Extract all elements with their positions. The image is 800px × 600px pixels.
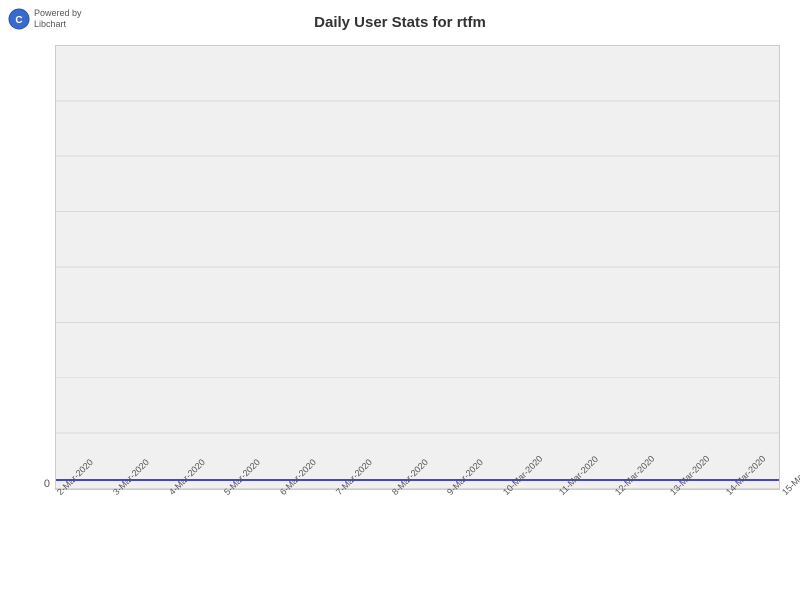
y-axis-label-0: 0 (30, 478, 50, 490)
chart-plot-area (55, 45, 780, 490)
y-axis: 0 (30, 45, 50, 490)
x-axis-labels: 2-Mar-20203-Mar-20204-Mar-20205-Mar-2020… (55, 490, 780, 595)
x-axis-label: 15-Mar-2020 (780, 454, 800, 498)
chart-title: Daily User Stats for rtfm (0, 14, 800, 31)
chart-container: C Powered by Libchart Daily User Stats f… (0, 0, 800, 600)
data-line (56, 479, 779, 481)
